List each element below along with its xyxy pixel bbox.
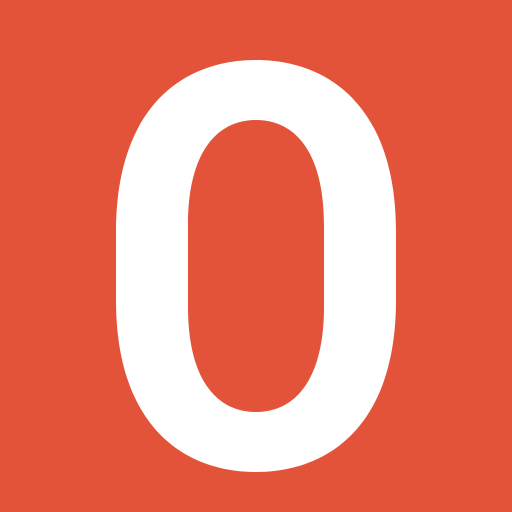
letter-o-text: O [0, 0, 1, 2]
letter-o-icon: O [0, 0, 396, 472]
letter-o-shape [116, 60, 396, 472]
app-icon-tile: O [0, 0, 512, 512]
